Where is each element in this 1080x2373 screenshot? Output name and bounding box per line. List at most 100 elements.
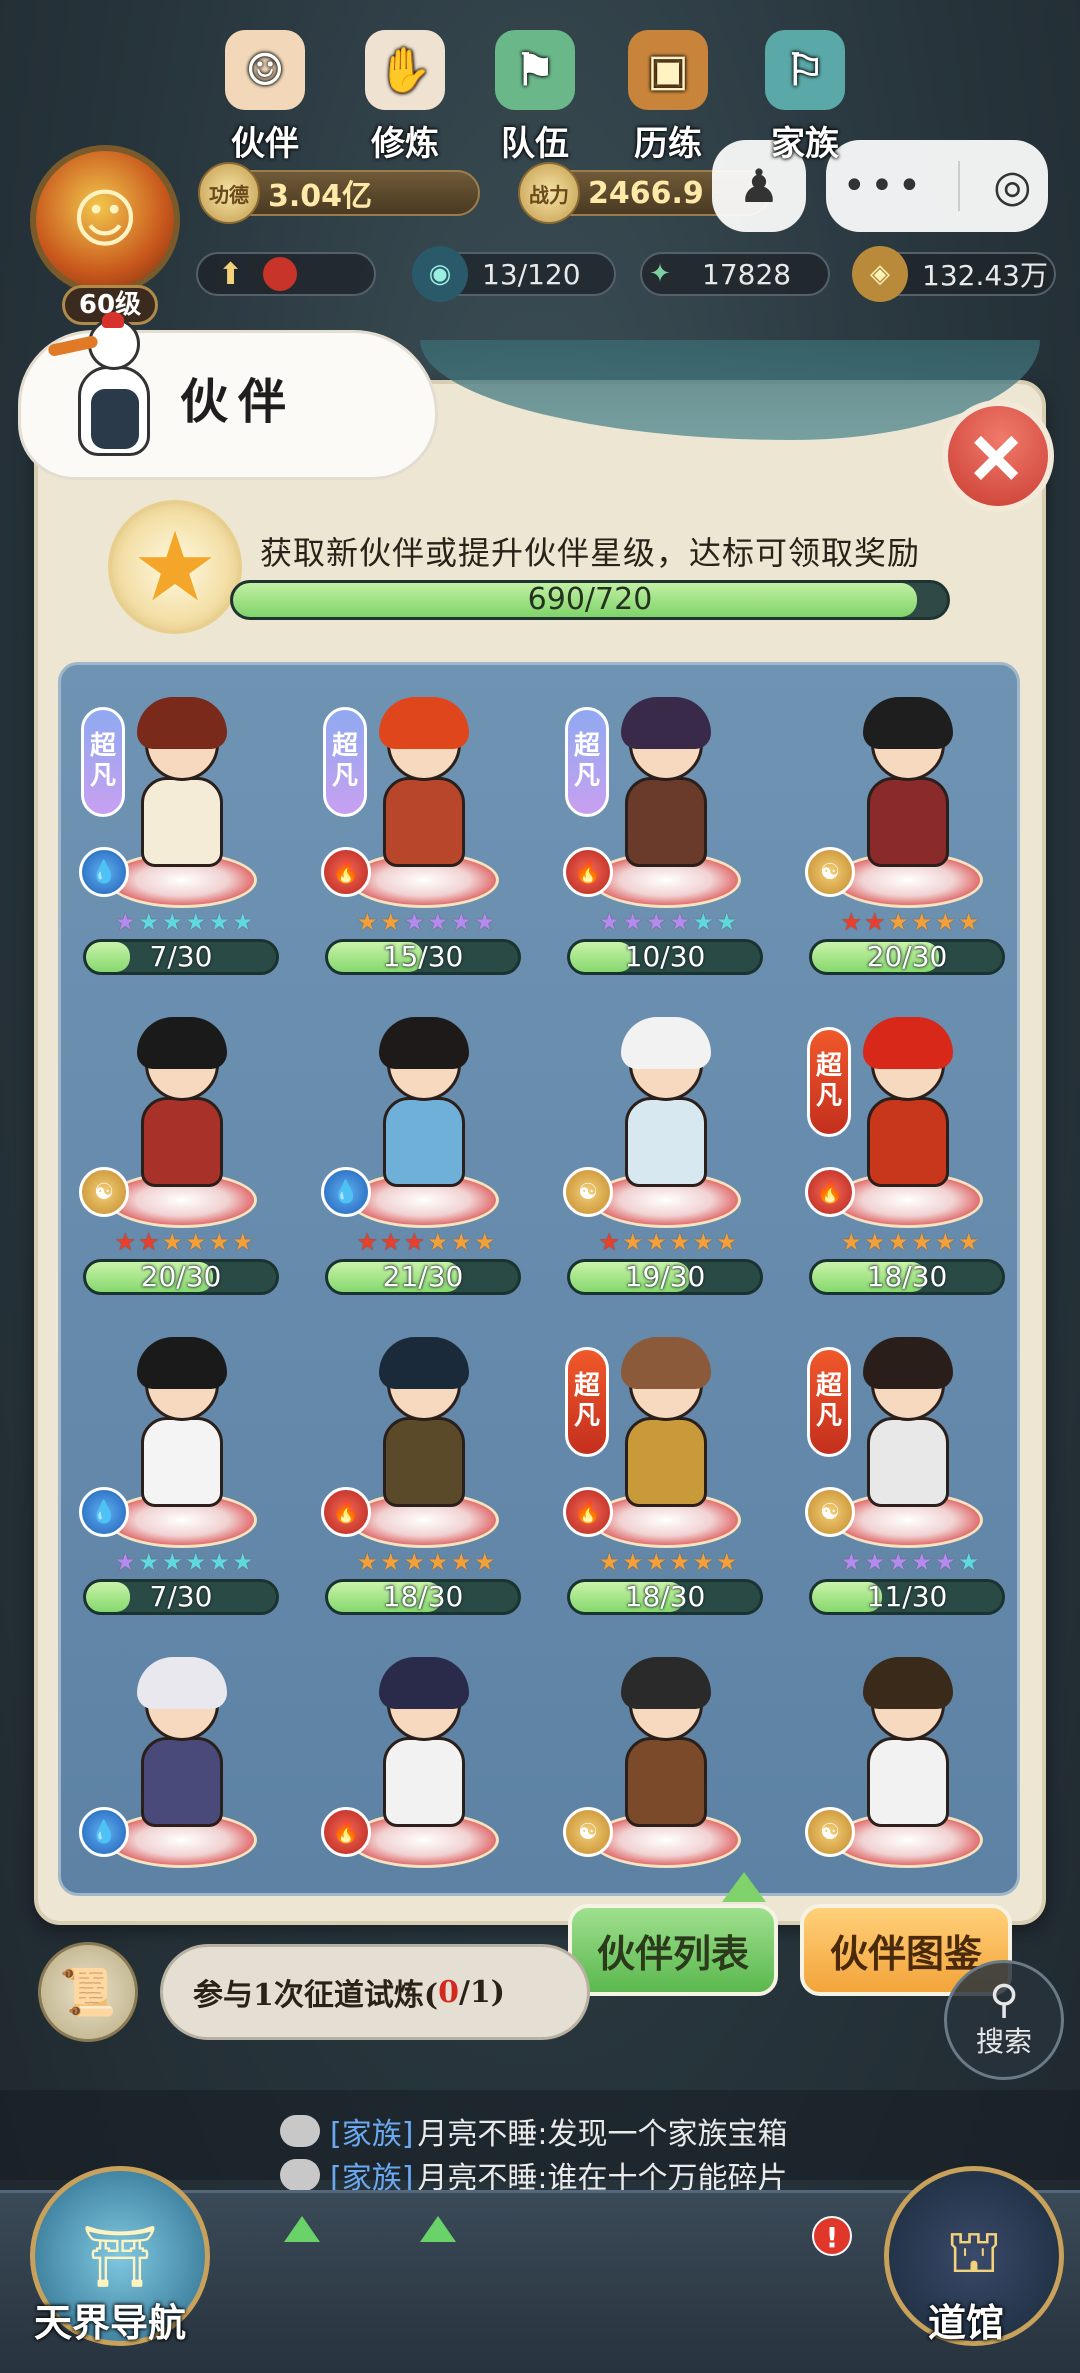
nav-cultivate[interactable]: ✋ 修炼 <box>345 30 465 170</box>
star-icon: ★ <box>958 908 980 936</box>
wind-swirl-icon: ☯ <box>805 1487 855 1537</box>
player-avatar[interactable]: ☺ <box>30 145 180 295</box>
task-text: 参与1次征道试炼( <box>193 1978 439 2013</box>
star-icon: ★ <box>450 1228 473 1256</box>
partner-card[interactable]: 🔥 ★ ★ ★ ★ ★ ★ 18/30 <box>309 1317 539 1627</box>
merit-pill: 功德 3.04亿 <box>198 162 480 224</box>
fire-icon: 🔥 <box>563 847 613 897</box>
star-icon: ★ <box>863 1228 886 1256</box>
partner-portrait <box>369 697 479 877</box>
nav-partner[interactable]: ☺ 伙伴 <box>205 30 325 170</box>
wind-swirl-icon: ☯ <box>79 1167 129 1217</box>
chat-line[interactable]: [家族] 月亮不睡:发现一个家族宝箱 <box>280 2110 820 2152</box>
chaofan-badge: 超凡 <box>807 1347 851 1457</box>
partner-card[interactable]: 💧 ★ ★ ★ ★ ★ ★ 21/30 <box>309 997 539 1307</box>
partner-portrait <box>369 1657 479 1837</box>
star-icon: ★ <box>185 1228 207 1256</box>
partner-card[interactable]: ☯ <box>793 1637 1017 1893</box>
shard-count: 21/30 <box>382 1260 464 1293</box>
progress-description: 获取新伙伴或提升伙伴星级，达标可领取奖励 <box>260 534 921 572</box>
star-icon: ★ <box>114 908 136 936</box>
partner-card[interactable]: 超凡 ☯ ★ ★ ★ ★ ★ ★ 11/30 <box>793 1317 1017 1627</box>
star-icon: ★ <box>863 1548 886 1576</box>
partner-card[interactable]: 💧 ★ ★ ★ ★ ★ ★ 7/30 <box>67 1317 297 1627</box>
partner-card[interactable]: 超凡 🔥 ★ ★ ★ ★ ★ ★ 18/30 <box>551 1317 781 1627</box>
star-icon: ★ <box>911 1228 933 1256</box>
wind-swirl-icon: ☯ <box>563 1807 613 1857</box>
star-icon: ★ <box>692 1228 715 1256</box>
partner-card[interactable]: ☯ <box>551 1637 781 1893</box>
star-icon: ★ <box>669 908 691 936</box>
star-icon: ★ <box>161 908 183 936</box>
star-icon: ★ <box>645 1548 667 1576</box>
coin-value: 132.43万 <box>922 259 1048 292</box>
partner-card[interactable]: 超凡 🔥 ★ ★ ★ ★ ★ ★ 15/30 <box>309 677 539 987</box>
star-icon: ★ <box>911 1548 933 1576</box>
star-icon: ★ <box>403 1228 425 1256</box>
partner-card[interactable]: 超凡 🔥 ★ ★ ★ ★ ★ ★ 10/30 <box>551 677 781 987</box>
coin-resource[interactable]: ◈ 132.43万 <box>852 246 1056 302</box>
tab-indicator-arrow <box>722 1872 766 1902</box>
chaofan-badge: 超凡 <box>565 707 609 817</box>
star-icon: ★ <box>840 1228 862 1256</box>
star-icon: ★ <box>645 1228 667 1256</box>
star-rating: ★ ★ ★ ★ ★ ★ <box>573 909 763 935</box>
fish-value: 13/120 <box>482 257 581 291</box>
nav-cultivate-label: 修炼 <box>371 124 439 164</box>
nav-training[interactable]: ▣ 历练 <box>608 30 728 170</box>
fish-coin-icon: ◉ <box>412 246 468 302</box>
tab-partner-list[interactable]: 伙伴列表 <box>568 1904 778 1996</box>
wind-swirl-icon: ☯ <box>805 1807 855 1857</box>
water-drop-icon: 💧 <box>79 1807 129 1857</box>
partner-card[interactable]: ☯ ★ ★ ★ ★ ★ ★ 19/30 <box>551 997 781 1307</box>
star-icon: ★ <box>208 1228 231 1256</box>
close-miniprogram-icon[interactable]: ◎ <box>993 161 1031 212</box>
chat-bubble-icon <box>280 2159 320 2191</box>
jade-resource[interactable]: ✦ 17828 <box>640 252 830 296</box>
star-icon: ★ <box>185 1548 207 1576</box>
dojo-temple-icon: ⛫ <box>946 2217 1002 2287</box>
partner-card[interactable]: ☯ ★ ★ ★ ★ ★ ★ 20/30 <box>793 677 1017 987</box>
partner-portrait <box>369 1017 479 1197</box>
search-button[interactable]: ⚲ 搜索 <box>944 1960 1064 2080</box>
star-medal-icon[interactable]: ★ <box>108 500 242 634</box>
task-progress-rest: /1) <box>458 1974 505 2010</box>
wind-swirl-icon: ☯ <box>805 847 855 897</box>
partner-card[interactable]: 超凡 🔥 ★ ★ ★ ★ ★ ★ 18/30 <box>793 997 1017 1307</box>
partner-card[interactable]: 🔥 <box>309 1637 539 1893</box>
nav-team[interactable]: ⚑ 队伍 <box>475 30 595 170</box>
task-scroll-button[interactable]: 📜 <box>38 1942 138 2042</box>
star-icon: ★ <box>887 908 909 936</box>
partner-grid: 超凡 💧 ★ ★ ★ ★ ★ ★ 7/30 超凡 🔥 ★ ★ ★ ★ ★ ★ 15/30 超凡 🔥 ★ ★ ★ ★ ★ ★ 10/3… <box>58 662 1020 1896</box>
partner-card[interactable]: ☯ ★ ★ ★ ★ ★ ★ 20/30 <box>67 997 297 1307</box>
star-rating: ★ ★ ★ ★ ★ ★ <box>331 1549 521 1575</box>
scroll-icon: 📜 <box>59 1964 117 2019</box>
partner-portrait <box>127 697 237 877</box>
star-icon: ★ <box>958 1548 980 1576</box>
star-icon: ★ <box>161 1228 183 1256</box>
star-icon: ★ <box>716 1548 738 1576</box>
nav-label-dojo: 道馆 <box>928 2300 1005 2345</box>
team-flag-icon: ⚑ <box>495 30 575 110</box>
nav-family[interactable]: ⚐ 家族 <box>745 30 865 170</box>
partner-card[interactable]: 超凡 💧 ★ ★ ★ ★ ★ ★ 7/30 <box>67 677 297 987</box>
star-rating: ★ ★ ★ ★ ★ ★ <box>89 1549 279 1575</box>
current-task[interactable]: 参与1次征道试炼(0/1) <box>160 1944 590 2040</box>
fish-resource[interactable]: ◉ 13/120 <box>412 246 616 302</box>
power-swords-icon: 战力 <box>518 162 580 224</box>
palace-icon: ⛩ <box>81 2221 159 2292</box>
partner-portrait <box>611 1657 721 1837</box>
star-icon: ★ <box>450 908 473 936</box>
panel-title: 伙伴 <box>180 374 297 430</box>
power-label: 战力 <box>529 182 569 207</box>
chaofan-badge: 超凡 <box>565 1347 609 1457</box>
shard-count: 18/30 <box>382 1580 464 1613</box>
star-icon: ★ <box>474 908 496 936</box>
star-icon: ★ <box>840 908 862 936</box>
star-icon: ★ <box>863 908 886 936</box>
partner-card[interactable]: 💧 <box>67 1637 297 1893</box>
partner-portrait <box>853 1337 963 1517</box>
shard-count: 20/30 <box>140 1260 222 1293</box>
level-up-pill[interactable]: ⬆ <box>196 252 376 296</box>
partner-portrait <box>611 1337 721 1517</box>
